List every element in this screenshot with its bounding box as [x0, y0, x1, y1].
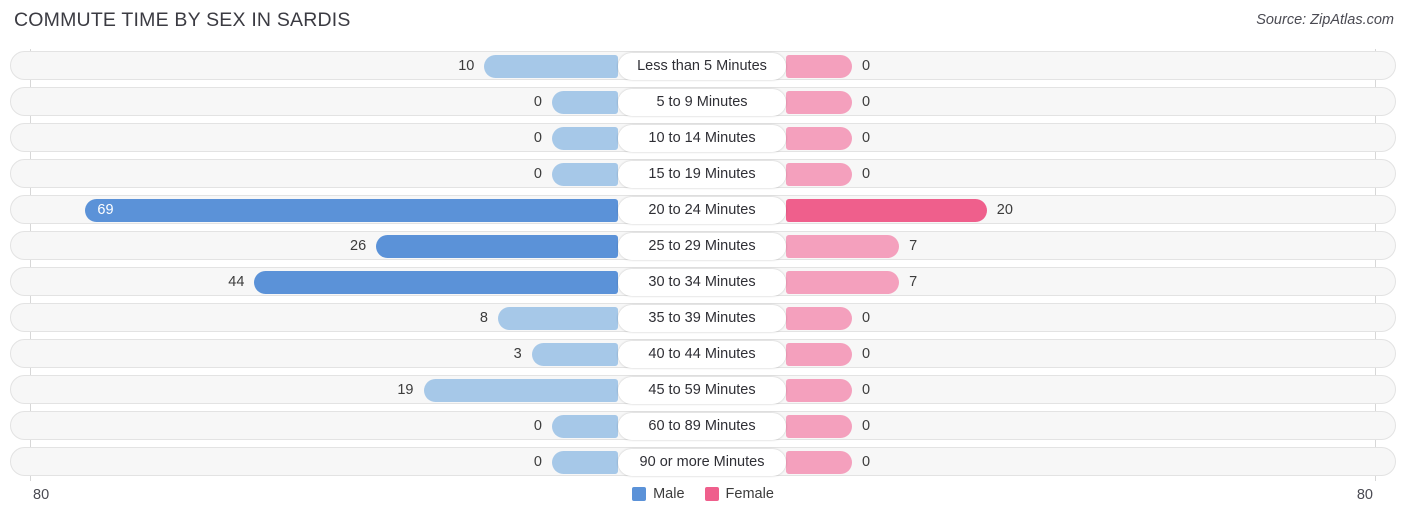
table-row: 44 7 30 to 34 Minutes — [10, 267, 1396, 296]
category-label: 35 to 39 Minutes — [618, 305, 786, 332]
legend-label-male: Male — [653, 486, 685, 502]
category-label: 5 to 9 Minutes — [618, 89, 786, 116]
value-label-male: 0 — [533, 166, 542, 182]
value-label-female: 0 — [862, 166, 871, 182]
category-label: 25 to 29 Minutes — [618, 233, 786, 260]
bar-male[interactable] — [531, 343, 618, 366]
value-label-male: 69 — [97, 202, 114, 218]
category-label: 30 to 34 Minutes — [618, 269, 786, 296]
table-row: 0 0 15 to 19 Minutes — [10, 159, 1396, 188]
table-row: 19 0 45 to 59 Minutes — [10, 375, 1396, 404]
table-row: 10 0 Less than 5 Minutes — [10, 51, 1396, 80]
table-row: 0 0 5 to 9 Minutes — [10, 87, 1396, 116]
bar-male[interactable] — [376, 235, 618, 258]
bar-female[interactable] — [786, 199, 987, 222]
bar-male[interactable] — [484, 55, 618, 78]
page-title: COMMUTE TIME BY SEX IN SARDIS — [14, 9, 351, 31]
category-label: 15 to 19 Minutes — [618, 161, 786, 188]
table-row: 69 20 20 to 24 Minutes — [10, 195, 1396, 224]
bar-female[interactable] — [786, 163, 852, 186]
category-label: 20 to 24 Minutes — [618, 197, 786, 224]
value-label-female: 0 — [862, 454, 871, 470]
legend-item-female[interactable]: Female — [704, 486, 774, 502]
bar-female[interactable] — [786, 307, 852, 330]
value-label-male: 10 — [458, 58, 475, 74]
bar-female[interactable] — [786, 271, 900, 294]
bar-male[interactable] — [552, 415, 618, 438]
value-label-female: 0 — [862, 130, 871, 146]
value-label-male: 3 — [513, 346, 522, 362]
legend-label-female: Female — [725, 486, 774, 502]
bar-male[interactable] — [497, 307, 618, 330]
value-label-male: 0 — [533, 454, 542, 470]
bar-female[interactable] — [786, 415, 852, 438]
value-label-female: 0 — [862, 58, 871, 74]
bar-female[interactable] — [786, 127, 852, 150]
chart-plot-area: 10 0 Less than 5 Minutes 0 0 5 to 9 Minutes 0 0… — [0, 49, 1406, 481]
chart-header: COMMUTE TIME BY SEX IN SARDIS Source: Zi… — [0, 0, 1406, 42]
bar-male[interactable] — [254, 271, 618, 294]
value-label-male: 44 — [228, 274, 245, 290]
bar-male[interactable] — [552, 451, 618, 474]
category-label: 90 or more Minutes — [618, 449, 786, 476]
value-label-male: 19 — [397, 382, 414, 398]
table-row: 8 0 35 to 39 Minutes — [10, 303, 1396, 332]
value-label-female: 20 — [996, 202, 1013, 218]
category-label: 40 to 44 Minutes — [618, 341, 786, 368]
legend-swatch-female-icon — [704, 487, 719, 501]
bar-female[interactable] — [786, 379, 852, 402]
bar-female[interactable] — [786, 451, 852, 474]
table-row: 3 0 40 to 44 Minutes — [10, 339, 1396, 368]
value-label-male: 0 — [533, 418, 542, 434]
bar-male[interactable] — [552, 163, 618, 186]
chart-legend: Male Female — [0, 486, 1406, 502]
value-label-male: 0 — [533, 130, 542, 146]
table-row: 0 0 10 to 14 Minutes — [10, 123, 1396, 152]
value-label-female: 7 — [909, 238, 918, 254]
table-row: 0 0 60 to 89 Minutes — [10, 411, 1396, 440]
bar-male[interactable] — [552, 127, 618, 150]
bar-male[interactable] — [552, 91, 618, 114]
value-label-female: 0 — [862, 346, 871, 362]
source-attribution: Source: ZipAtlas.com — [1256, 12, 1394, 28]
value-label-male: 0 — [533, 94, 542, 110]
value-label-female: 0 — [862, 382, 871, 398]
value-label-male: 26 — [350, 238, 367, 254]
bar-female[interactable] — [786, 235, 900, 258]
table-row: 0 0 90 or more Minutes — [10, 447, 1396, 476]
value-label-female: 0 — [862, 310, 871, 326]
category-label: 45 to 59 Minutes — [618, 377, 786, 404]
bar-female[interactable] — [786, 55, 852, 78]
legend-item-male[interactable]: Male — [632, 486, 685, 502]
category-label: Less than 5 Minutes — [618, 53, 786, 80]
bar-female[interactable] — [786, 91, 852, 114]
bar-male[interactable] — [85, 199, 618, 222]
category-label: 10 to 14 Minutes — [618, 125, 786, 152]
legend-swatch-male-icon — [632, 487, 647, 501]
value-label-female: 0 — [862, 418, 871, 434]
category-label: 60 to 89 Minutes — [618, 413, 786, 440]
bar-female[interactable] — [786, 343, 852, 366]
value-label-female: 7 — [909, 274, 918, 290]
chart-footer: 80 80 Male Female — [0, 483, 1406, 515]
value-label-female: 0 — [862, 94, 871, 110]
bar-male[interactable] — [423, 379, 618, 402]
table-row: 26 7 25 to 29 Minutes — [10, 231, 1396, 260]
value-label-male: 8 — [479, 310, 488, 326]
